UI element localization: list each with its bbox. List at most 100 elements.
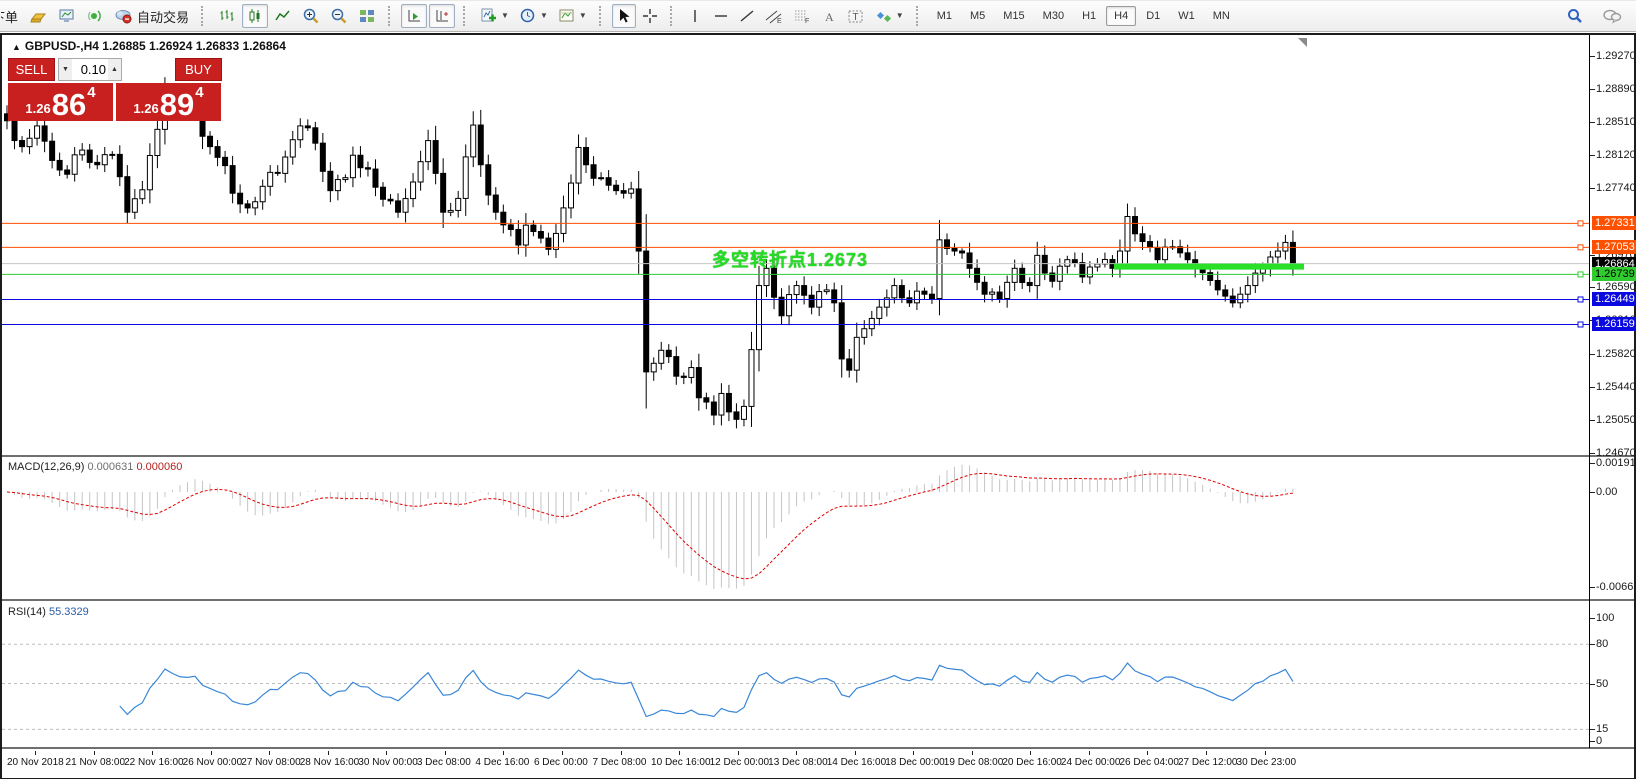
candle [644,214,649,408]
time-tick-mark [1265,751,1266,755]
macd-panel[interactable] [2,457,1589,599]
trendline-tool-button[interactable] [735,4,759,28]
price-line-label[interactable]: 1.26449 [1592,292,1636,306]
sell-price-point: 4 [87,84,95,101]
text-tool-button[interactable]: A [817,4,841,28]
buy-price-display[interactable]: 1.26 89 4 [116,83,221,121]
price-line-label[interactable]: 1.26159 [1592,317,1636,331]
timeframe-w1[interactable]: W1 [1170,6,1203,26]
timeframe-h4[interactable]: H4 [1106,6,1136,26]
price-tick-label: 1.25440 [1596,381,1636,393]
search-button[interactable] [1562,4,1588,28]
volume-up-button[interactable]: ▲ [108,59,121,80]
candle [155,120,160,168]
candle [80,143,85,161]
timeframe-h1[interactable]: H1 [1074,6,1104,26]
arrows-tool-button[interactable]: ▼ [871,4,908,28]
candle [945,233,950,254]
price-line-label[interactable]: 1.27053 [1592,240,1636,254]
candle [929,286,934,304]
sell-button[interactable]: SELL [8,58,55,81]
collapse-arrow-icon[interactable]: ▲ [12,42,21,52]
periods-button[interactable]: ▼ [515,4,552,28]
candle [704,393,709,409]
open-chart-button[interactable] [54,4,80,28]
candle [65,165,70,178]
rsi-tick-mark [1590,684,1595,685]
rsi-tick-mark [1590,729,1595,730]
crosshair-tool-button[interactable] [638,4,662,28]
line-handle[interactable] [1578,322,1583,327]
rsi-panel[interactable] [2,601,1589,745]
candle [914,282,919,310]
timeframe-m1[interactable]: M1 [929,6,960,26]
line-handle[interactable] [1578,245,1583,250]
panel-separator[interactable] [2,599,1634,601]
candle [1095,258,1100,271]
new-order-gold-button[interactable] [26,4,52,28]
time-tick-label: 22 Nov 16:00 [124,757,184,768]
vertical-line-tool-button[interactable] [683,4,707,28]
new-order-button[interactable]: 下单 [0,4,24,28]
autotrading-button[interactable]: 自动交易 [110,4,193,28]
chat-button[interactable] [1598,4,1626,28]
templates-button[interactable]: ▼ [554,4,591,28]
signals-button[interactable] [82,4,108,28]
main-price-chart[interactable] [2,35,1589,455]
candle [689,360,694,383]
candle [1072,252,1077,267]
candle [320,133,325,182]
timeframe-m30[interactable]: M30 [1035,6,1072,26]
timeframe-m5[interactable]: M5 [962,6,993,26]
volume-down-button[interactable]: ▼ [59,59,72,80]
time-tick-label: 24 Dec 00:00 [1061,757,1121,768]
candle [365,162,370,177]
candle [1185,245,1190,267]
time-tick-label: 20 Dec 16:00 [1002,757,1062,768]
tile-windows-button[interactable] [354,4,380,28]
line-handle[interactable] [1578,297,1583,302]
time-tick-label: 19 Dec 08:00 [944,757,1004,768]
horizontal-line-icon [713,8,729,24]
auto-scroll-button[interactable] [401,4,427,28]
chart-shift-marker-icon[interactable] [1298,38,1307,47]
turning-point-annotation[interactable]: 多空转折点1.2673 [712,246,868,272]
price-line-label[interactable]: 1.26739 [1592,267,1636,281]
line-handle[interactable] [1578,221,1583,226]
panel-separator[interactable] [2,747,1634,749]
zoom-in-button[interactable] [298,4,324,28]
candle [1170,240,1175,250]
candle [711,395,716,425]
line-chart-mode-button[interactable] [270,4,296,28]
zoom-out-button[interactable] [326,4,352,28]
timeframe-mn[interactable]: MN [1205,6,1238,26]
text-label-tool-button[interactable]: T [843,4,869,28]
candle [223,151,228,174]
fibonacci-tool-button[interactable]: F [789,4,815,28]
candle [493,187,498,220]
buy-button[interactable]: BUY [175,58,222,81]
candle [1065,256,1070,274]
bar-chart-mode-button[interactable] [214,4,240,28]
time-tick-label: 4 Dec 16:00 [475,757,529,768]
sell-price-display[interactable]: 1.26 86 4 [8,83,113,121]
timeframe-d1[interactable]: D1 [1138,6,1168,26]
timeframe-m15[interactable]: M15 [995,6,1032,26]
equidistant-channel-tool-button[interactable]: E [761,4,787,28]
macd-tick-label: 0.001915 [1596,457,1636,469]
candle [268,165,273,196]
candle [922,288,927,300]
price-line-label[interactable]: 1.27331 [1592,216,1636,230]
volume-input[interactable] [72,59,108,80]
panel-separator[interactable] [2,455,1634,457]
candle [907,290,912,307]
add-indicator-button[interactable]: ▼ [476,4,513,28]
candlestick-mode-button[interactable] [242,4,268,28]
candle [1035,242,1040,299]
candle [290,131,295,165]
horizontal-line-tool-button[interactable] [709,4,733,28]
candle [388,194,393,204]
chart-shift-button[interactable] [429,4,455,28]
line-handle[interactable] [1578,272,1583,277]
cursor-tool-button[interactable] [612,4,636,28]
